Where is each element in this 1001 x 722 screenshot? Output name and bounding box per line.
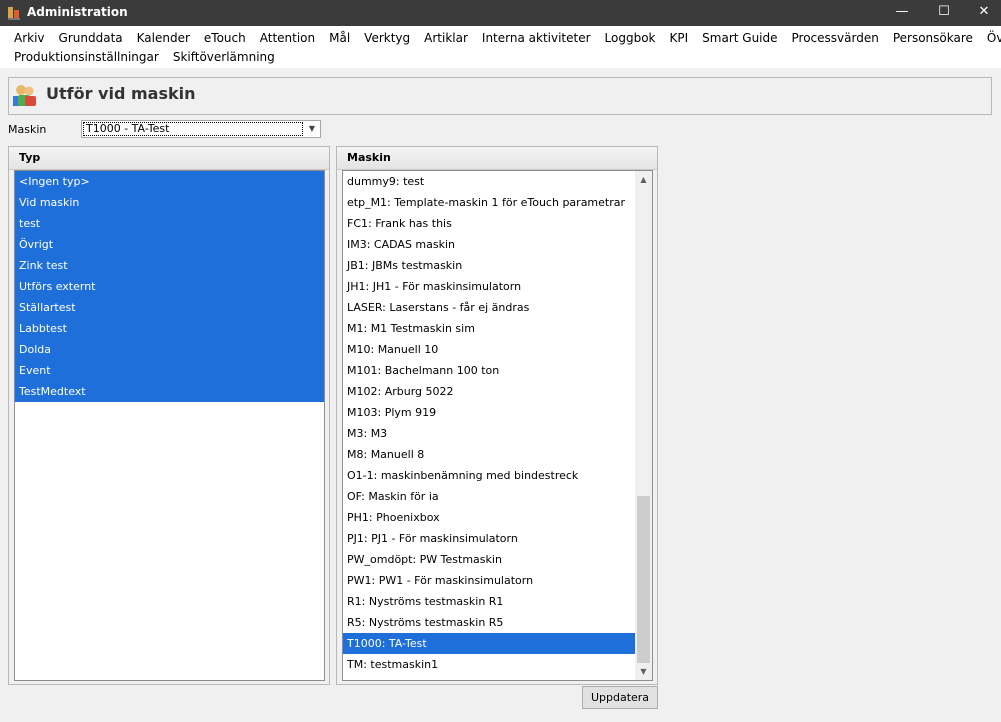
page-header: Utför vid maskin [8, 77, 992, 115]
maskin-combobox[interactable]: T1000 - TA-Test ▼ [81, 120, 321, 138]
menu-item[interactable]: Processvärden [785, 29, 886, 48]
menu-item[interactable]: Kalender [130, 29, 197, 48]
menu-item[interactable]: Smart Guide [695, 29, 784, 48]
scroll-up-icon[interactable]: ▲ [635, 171, 652, 188]
maskin-list-item[interactable]: OF: Maskin för ia [343, 486, 635, 507]
typ-list-item[interactable]: Event [15, 360, 324, 381]
scroll-down-icon[interactable]: ▼ [635, 663, 652, 680]
maskin-list-item[interactable]: M102: Arburg 5022 [343, 381, 635, 402]
update-button[interactable]: Uppdatera [582, 686, 658, 709]
typ-list-item[interactable]: Utförs externt [15, 276, 324, 297]
scroll-thumb[interactable] [637, 496, 650, 663]
menu-item[interactable]: Attention [253, 29, 322, 48]
typ-list-item[interactable]: Övrigt [15, 234, 324, 255]
menu-item[interactable]: Artiklar [417, 29, 475, 48]
typ-list-item[interactable]: Zink test [15, 255, 324, 276]
menu-item[interactable]: Arkiv [0, 29, 52, 48]
maskin-list-item[interactable]: etp_M1: Template-maskin 1 för eTouch par… [343, 192, 635, 213]
maximize-button[interactable]: ☐ [924, 0, 964, 26]
typ-list-item[interactable]: Vid maskin [15, 192, 324, 213]
typ-panel-header: Typ [9, 147, 329, 170]
maskin-panel: Maskin dummy9: test etp_M1: Template-mask… [336, 146, 658, 685]
maskin-list-item[interactable]: PW_omdöpt: PW Testmaskin [343, 549, 635, 570]
menu-item[interactable]: Verktyg [357, 29, 417, 48]
maskin-scrollbar[interactable]: ▲ ▼ [635, 171, 652, 680]
maskin-list-item[interactable]: O1-1: maskinbenämning med bindestreck [343, 465, 635, 486]
maskin-list-item[interactable]: M3: M3 [343, 423, 635, 444]
typ-list-item[interactable]: Dolda [15, 339, 324, 360]
menu-item[interactable]: Övrigt [980, 29, 1001, 48]
maskin-label: Maskin [8, 123, 47, 136]
window-title: Administration [27, 5, 128, 19]
menu-item[interactable]: Loggbok [598, 29, 663, 48]
maskin-list-item[interactable]: T1000: TA-Test [343, 633, 635, 654]
maskin-list-item[interactable]: M8: Manuell 8 [343, 444, 635, 465]
maskin-list-item[interactable]: FC1: Frank has this [343, 213, 635, 234]
close-button[interactable]: ✕ [964, 0, 1001, 26]
maskin-list-item[interactable]: PH1: Phoenixbox [343, 507, 635, 528]
typ-listbox[interactable]: <Ingen typ> Vid maskin test Övrigt Zink test… [14, 170, 325, 681]
typ-list-item[interactable]: Labbtest [15, 318, 324, 339]
maskin-list-item[interactable]: LASER: Laserstans - får ej ändras [343, 297, 635, 318]
typ-panel: Typ <Ingen typ> Vid maskin test Övrigt Zink … [8, 146, 330, 685]
maskin-list-item[interactable]: dummy9: test [343, 171, 635, 192]
maskin-list-item[interactable]: JB1: JBMs testmaskin [343, 255, 635, 276]
title-bar: Administration — ☐ ✕ [0, 0, 1001, 26]
maskin-list-item[interactable]: R5: Nyströms testmaskin R5 [343, 612, 635, 633]
maskin-list-item[interactable]: JH1: JH1 - För maskinsimulatorn [343, 276, 635, 297]
maskin-list-item[interactable]: TM: testmaskin1 [343, 654, 635, 675]
menu-item[interactable]: eTouch [197, 29, 253, 48]
menu-item[interactable]: Skiftöverlämning [166, 48, 282, 67]
users-icon [13, 85, 36, 106]
app-icon [8, 7, 20, 20]
menu-row-1: Arkiv Grunddata Kalender eTouch Attention Mål… [0, 29, 1001, 48]
menu-item[interactable]: Produktionsinställningar [0, 48, 166, 67]
typ-list-item[interactable]: test [15, 213, 324, 234]
menu-item[interactable]: Mål [322, 29, 357, 48]
maskin-list-item[interactable]: PJ1: PJ1 - För maskinsimulatorn [343, 528, 635, 549]
maskin-list-item[interactable]: M10: Manuell 10 [343, 339, 635, 360]
maskin-list-item[interactable]: PW1: PW1 - För maskinsimulatorn [343, 570, 635, 591]
typ-list-item[interactable]: Ställartest [15, 297, 324, 318]
maskin-listbox[interactable]: dummy9: test etp_M1: Template-maskin 1 fö… [342, 170, 653, 681]
menu-item[interactable]: Grunddata [52, 29, 130, 48]
menu-bar: Arkiv Grunddata Kalender eTouch Attention Mål… [0, 26, 1001, 68]
maskin-combobox-value[interactable]: T1000 - TA-Test [83, 122, 303, 136]
minimize-button[interactable]: — [882, 0, 922, 26]
maskin-list-item[interactable]: M103: Plym 919 [343, 402, 635, 423]
typ-list-item[interactable]: <Ingen typ> [15, 171, 324, 192]
maskin-list-item[interactable]: M1: M1 Testmaskin sim [343, 318, 635, 339]
page-title: Utför vid maskin [46, 84, 196, 103]
menu-row-2: Produktionsinställningar Skiftöverlämning [0, 48, 282, 67]
typ-list-item[interactable]: TestMedtext [15, 381, 324, 402]
chevron-down-icon[interactable]: ▼ [304, 121, 320, 137]
maskin-panel-header: Maskin [337, 147, 657, 170]
maskin-list-item[interactable]: IM3: CADAS maskin [343, 234, 635, 255]
maskin-list-item[interactable]: M101: Bachelmann 100 ton [343, 360, 635, 381]
menu-item[interactable]: Personsökare [886, 29, 980, 48]
menu-item[interactable]: Interna aktiviteter [475, 29, 598, 48]
menu-item[interactable]: KPI [663, 29, 696, 48]
maskin-list-item[interactable]: R1: Nyströms testmaskin R1 [343, 591, 635, 612]
